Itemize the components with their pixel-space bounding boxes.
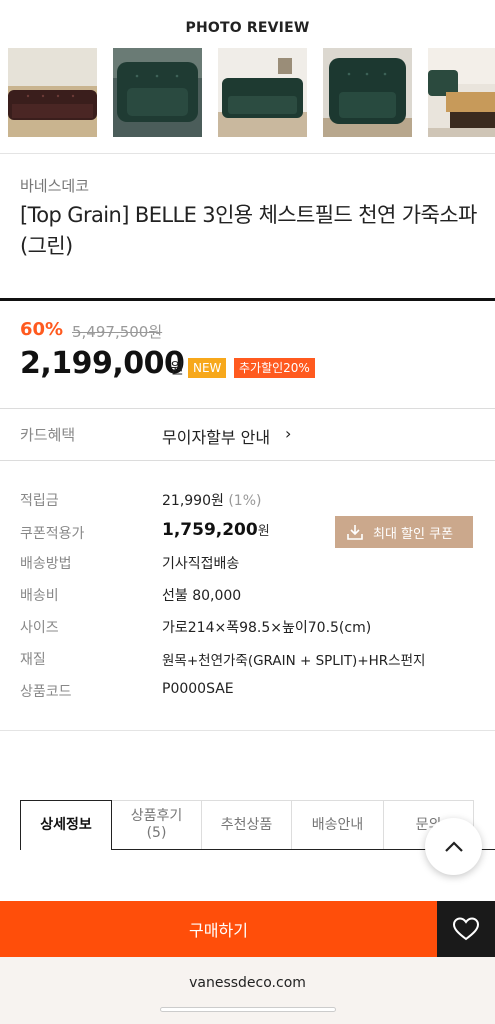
divider	[0, 730, 495, 731]
tab-shipping-label: 배송안내	[311, 816, 364, 833]
shipping-method-label: 배송방법	[20, 556, 72, 572]
buy-button-label: 구매하기	[189, 921, 248, 940]
points-percent: (1%)	[228, 493, 262, 509]
size-label: 사이즈	[20, 620, 59, 636]
points-row: 적립금 21,990원 (1%)	[20, 490, 480, 514]
installment-info-link[interactable]: 무이자할부 안내	[162, 424, 270, 448]
tab-detail[interactable]: 상세정보	[20, 800, 112, 850]
size-value: 가로214×폭98.5×높이70.5(cm)	[162, 620, 372, 636]
shipping-fee-label: 배송비	[20, 588, 59, 604]
review-photo-3[interactable]	[218, 48, 307, 137]
coupon-price-unit: 원	[257, 524, 270, 539]
url-text[interactable]: vanessdeco.com	[0, 975, 495, 991]
product-code-value: P0000SAE	[162, 681, 234, 697]
points-amount: 21,990원	[162, 493, 224, 509]
material-value: 원목+천연가죽(GRAIN + SPLIT)+HR스펀지	[162, 653, 426, 669]
points-label: 적립금	[20, 493, 59, 509]
sale-price: 2,199,000	[20, 346, 185, 381]
coupon-price-value: 1,759,200원	[162, 520, 270, 540]
tab-reviews-label: 상품후기	[130, 808, 183, 824]
chevron-right-icon[interactable]: ›	[285, 424, 291, 443]
product-code-label: 상품코드	[20, 684, 72, 700]
coupon-price-amount: 1,759,200	[162, 520, 258, 540]
tab-recommend-label: 추천상품	[220, 816, 273, 833]
new-badge: NEW	[188, 358, 227, 378]
divider	[0, 460, 495, 461]
review-photo-1[interactable]	[8, 48, 97, 137]
review-photo-2[interactable]	[113, 48, 202, 137]
size-row: 사이즈 가로214×폭98.5×높이70.5(cm)	[20, 617, 480, 641]
material-row: 재질 원목+천연가죽(GRAIN + SPLIT)+HR스펀지	[20, 649, 480, 673]
heart-icon	[452, 917, 480, 941]
chevron-up-icon	[444, 840, 463, 852]
section-divider	[0, 298, 495, 301]
tab-shipping[interactable]: 배송안내	[292, 800, 384, 850]
shipping-fee-value: 선불 80,000	[162, 588, 242, 604]
detail-tabs: 상세정보 상품후기 (5) 추천상품 배송안내 문의	[20, 800, 495, 850]
photo-review-thumbnails	[8, 48, 495, 137]
tab-reviews-count: (5)	[146, 825, 167, 841]
review-photo-4[interactable]	[323, 48, 412, 137]
divider	[0, 408, 495, 409]
product-title: [Top Grain] BELLE 3인용 체스트필드 천연 가죽소파(그린)	[20, 203, 477, 258]
shipping-method-value: 기사직접배송	[162, 556, 240, 572]
shipping-method-row: 배송방법 기사직접배송	[20, 553, 480, 577]
price-currency: 원	[170, 359, 184, 377]
buy-button[interactable]: 구매하기	[0, 901, 437, 957]
tab-recommend[interactable]: 추천상품	[202, 800, 292, 850]
max-discount-coupon-button[interactable]: 최대 할인 쿠폰	[335, 516, 473, 548]
discount-rate: 60%	[20, 319, 64, 340]
download-icon	[347, 525, 363, 540]
shipping-fee-row: 배송비 선불 80,000	[20, 585, 480, 609]
browser-address-bar: vanessdeco.com	[0, 957, 495, 1024]
original-price: 5,497,500원	[72, 323, 163, 341]
home-indicator	[160, 1007, 336, 1012]
card-benefit-label: 카드혜택	[20, 426, 76, 444]
tab-reviews[interactable]: 상품후기 (5)	[112, 800, 202, 850]
review-photo-5[interactable]	[428, 48, 495, 137]
material-label: 재질	[20, 652, 46, 668]
extra-discount-badge: 추가할인20%	[234, 358, 315, 378]
coupon-price-label: 쿠폰적용가	[20, 526, 85, 542]
tab-detail-label: 상세정보	[40, 817, 92, 833]
photo-review-title: PHOTO REVIEW	[185, 20, 310, 36]
coupon-button-label: 최대 할인 쿠폰	[373, 526, 454, 542]
wishlist-button[interactable]	[437, 901, 495, 957]
scroll-to-top-button[interactable]	[425, 818, 482, 875]
photo-review-section: PHOTO REVIEW	[0, 0, 495, 154]
brand-name[interactable]: 바네스데코	[20, 175, 89, 196]
points-value: 21,990원 (1%)	[162, 490, 261, 510]
product-code-row: 상품코드 P0000SAE	[20, 681, 480, 705]
